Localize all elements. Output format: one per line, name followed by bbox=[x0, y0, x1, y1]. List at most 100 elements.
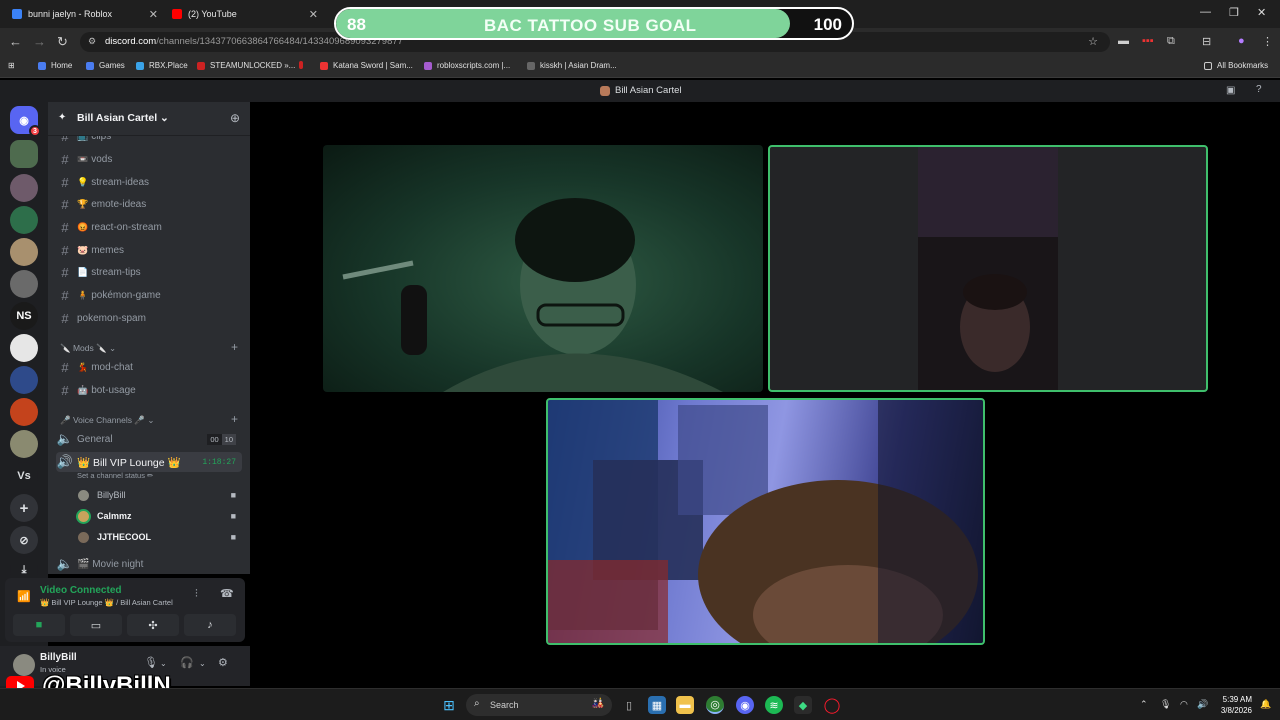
wifi-icon[interactable]: ◠ bbox=[1180, 699, 1188, 710]
bookmark-steamunlocked[interactable]: STEAMUNLOCKED »... bbox=[197, 61, 295, 70]
file-explorer-icon[interactable]: ▬ bbox=[676, 696, 694, 714]
discover-compass-icon[interactable]: ⊘ bbox=[10, 526, 38, 554]
extension-red-icon[interactable]: ▪▪▪ bbox=[1142, 35, 1154, 47]
voice-user-jjthecool[interactable]: JJTHECOOL ■ bbox=[76, 527, 242, 547]
bookmark-robloxscripts[interactable]: robloxscripts.com |... bbox=[424, 61, 510, 70]
noise-suppression-icon[interactable]: ⫶ bbox=[195, 588, 198, 601]
channel-bot-usage[interactable]: # 🤖 bot-usage bbox=[56, 380, 242, 400]
tray-mic-icon[interactable]: 🎙 bbox=[1160, 699, 1171, 710]
bookmark-star-icon[interactable]: ☆ bbox=[1088, 35, 1098, 48]
chevron-down-icon[interactable]: ⌄ bbox=[199, 659, 206, 668]
bookmark-kisskh[interactable]: kisskh | Asian Dram... bbox=[527, 61, 617, 70]
minimize-icon[interactable]: — bbox=[1200, 6, 1211, 18]
server-vs[interactable]: Vs bbox=[10, 462, 38, 490]
tray-chevron-up-icon[interactable]: ⌃ bbox=[1140, 699, 1148, 710]
site-info-icon[interactable]: ⚙ bbox=[88, 36, 96, 47]
tab-roblox[interactable]: bunni jaelyn - Roblox ✕ bbox=[12, 4, 158, 24]
server-icon[interactable] bbox=[10, 334, 38, 362]
extensions-puzzle-icon[interactable]: ⧉ bbox=[1167, 35, 1175, 48]
start-windows-icon[interactable]: ⊞ bbox=[440, 696, 458, 714]
server-icon[interactable] bbox=[10, 430, 38, 458]
direct-messages-icon[interactable]: ◉ 3 bbox=[10, 106, 41, 137]
discord-taskbar-icon[interactable]: ◉ bbox=[736, 696, 754, 714]
voice-user-calmmz[interactable]: Calmmz ■ bbox=[76, 506, 242, 526]
reload-icon[interactable]: ↻ bbox=[57, 35, 68, 49]
invite-people-icon[interactable]: ⊕ bbox=[230, 111, 240, 125]
close-window-icon[interactable]: ✕ bbox=[1257, 6, 1266, 19]
notification-bell-icon[interactable]: 🔔 bbox=[1260, 699, 1271, 710]
channel-stream-tips[interactable]: # 📄 stream-tips bbox=[56, 262, 242, 282]
server-icon[interactable] bbox=[10, 398, 38, 426]
video-tile-calmmz[interactable] bbox=[768, 145, 1208, 392]
category-voice-channels[interactable]: 🎤 Voice Channels 🎤 ⌄ bbox=[60, 415, 154, 426]
server-icon[interactable] bbox=[10, 174, 38, 202]
voice-channel-movie-night[interactable]: 🔈 🎬 Movie night bbox=[56, 554, 242, 574]
app-icon[interactable]: ◆ bbox=[794, 696, 812, 714]
add-channel-icon[interactable]: + bbox=[231, 340, 238, 354]
extension-icon[interactable]: ▬ bbox=[1118, 35, 1129, 47]
bookmark-home[interactable]: Home bbox=[38, 61, 72, 70]
disconnect-icon[interactable]: ☎ bbox=[220, 587, 234, 600]
tab-youtube[interactable]: (2) YouTube ✕ bbox=[172, 4, 318, 24]
volume-icon[interactable]: 🔊 bbox=[1197, 699, 1208, 710]
task-view-icon[interactable]: ▯ bbox=[620, 696, 638, 714]
server-icon[interactable] bbox=[10, 238, 38, 266]
close-tab-icon[interactable]: ✕ bbox=[309, 8, 318, 21]
settings-gear-icon[interactable]: ⚙ bbox=[218, 656, 228, 669]
inbox-icon[interactable]: ▣ bbox=[1226, 85, 1235, 96]
channel-stream-ideas[interactable]: # 💡 stream-ideas bbox=[56, 172, 242, 192]
bookmark-games[interactable]: Games bbox=[86, 61, 125, 70]
opera-gx-icon[interactable]: ◯ bbox=[823, 696, 841, 714]
screen-share-button[interactable]: ▭ bbox=[70, 614, 122, 636]
username[interactable]: BillyBill bbox=[40, 652, 77, 663]
chevron-down-icon[interactable]: ⌄ bbox=[160, 659, 167, 668]
camera-toggle-button[interactable]: ■ bbox=[13, 614, 65, 636]
server-ns[interactable]: NS bbox=[10, 302, 38, 330]
maximize-icon[interactable]: ❐ bbox=[1229, 6, 1239, 19]
help-icon[interactable]: ? bbox=[1256, 84, 1262, 95]
channel-vods[interactable]: # 📼 vods bbox=[56, 149, 242, 169]
voice-channel-general[interactable]: 🔈 General 00 10 bbox=[56, 429, 242, 449]
activities-button[interactable]: ✣ bbox=[127, 614, 179, 636]
widgets-icon[interactable]: ▦ bbox=[648, 696, 666, 714]
headphones-icon[interactable]: 🎧 bbox=[180, 656, 194, 669]
channel-memes[interactable]: # 🐷 memes bbox=[56, 240, 242, 260]
server-header[interactable]: ✦ Bill Asian Cartel ⌄ ⊕ bbox=[48, 102, 250, 136]
signal-icon[interactable]: 📶 bbox=[17, 590, 31, 603]
channel-react-on-stream[interactable]: # 😡 react-on-stream bbox=[56, 217, 242, 237]
channel-emote-ideas[interactable]: # 🏆 emote-ideas bbox=[56, 194, 242, 214]
set-channel-status[interactable]: Set a channel status ✏ bbox=[77, 471, 153, 480]
voice-status[interactable]: Video Connected bbox=[40, 585, 122, 596]
back-icon[interactable]: ← bbox=[9, 35, 22, 49]
taskbar-clock[interactable]: 5:39 AM 3/8/2026 bbox=[1218, 694, 1252, 716]
forward-icon[interactable]: → bbox=[33, 35, 46, 49]
taskbar-search[interactable]: ⌕ Search 🎎 bbox=[466, 694, 612, 716]
all-bookmarks[interactable]: All Bookmarks bbox=[1204, 61, 1268, 70]
voice-user-billybill[interactable]: BillyBill ■ bbox=[76, 485, 242, 505]
profile-avatar-icon[interactable]: ● bbox=[1238, 35, 1245, 47]
category-mods[interactable]: 🔪 Mods 🔪 ⌄ bbox=[60, 343, 116, 354]
soundboard-button[interactable]: ♪ bbox=[184, 614, 236, 636]
bookmark-rbxplace[interactable]: RBX.Place bbox=[136, 61, 188, 70]
add-server-icon[interactable]: + bbox=[10, 494, 38, 522]
apps-grid-icon[interactable]: ⊞ bbox=[8, 61, 15, 70]
voice-location[interactable]: 👑 Bill VIP Lounge 👑 / Bill Asian Cartel bbox=[40, 598, 173, 607]
close-tab-icon[interactable]: ✕ bbox=[149, 8, 158, 21]
channel-pokemon-game[interactable]: # 🧍 pokémon-game bbox=[56, 285, 242, 305]
spotify-icon[interactable]: ≋ bbox=[765, 696, 783, 714]
chrome-icon[interactable]: ◎ bbox=[706, 696, 724, 714]
microphone-icon[interactable]: 🎙 bbox=[144, 656, 158, 669]
bookmark-katana[interactable]: Katana Sword | Sam... bbox=[320, 61, 413, 70]
server-icon[interactable] bbox=[10, 270, 38, 298]
server-bill-asian-cartel[interactable] bbox=[10, 140, 38, 168]
voice-channel-bill-vip-lounge[interactable]: 🔊 👑 Bill VIP Lounge 👑 1:18:27 bbox=[56, 452, 242, 472]
tab-search-icon[interactable]: ⊟ bbox=[1202, 35, 1211, 48]
server-icon[interactable] bbox=[10, 366, 38, 394]
server-icon[interactable] bbox=[10, 206, 38, 234]
menu-kebab-icon[interactable]: ⋮ bbox=[1262, 35, 1273, 48]
channel-pokemon-spam[interactable]: # pokemon-spam bbox=[56, 308, 242, 328]
video-tile-jjthecool[interactable] bbox=[546, 398, 985, 645]
video-tile-billybill[interactable] bbox=[323, 145, 763, 392]
channel-mod-chat[interactable]: # 💃 mod-chat bbox=[56, 357, 242, 377]
add-channel-icon[interactable]: + bbox=[231, 412, 238, 426]
